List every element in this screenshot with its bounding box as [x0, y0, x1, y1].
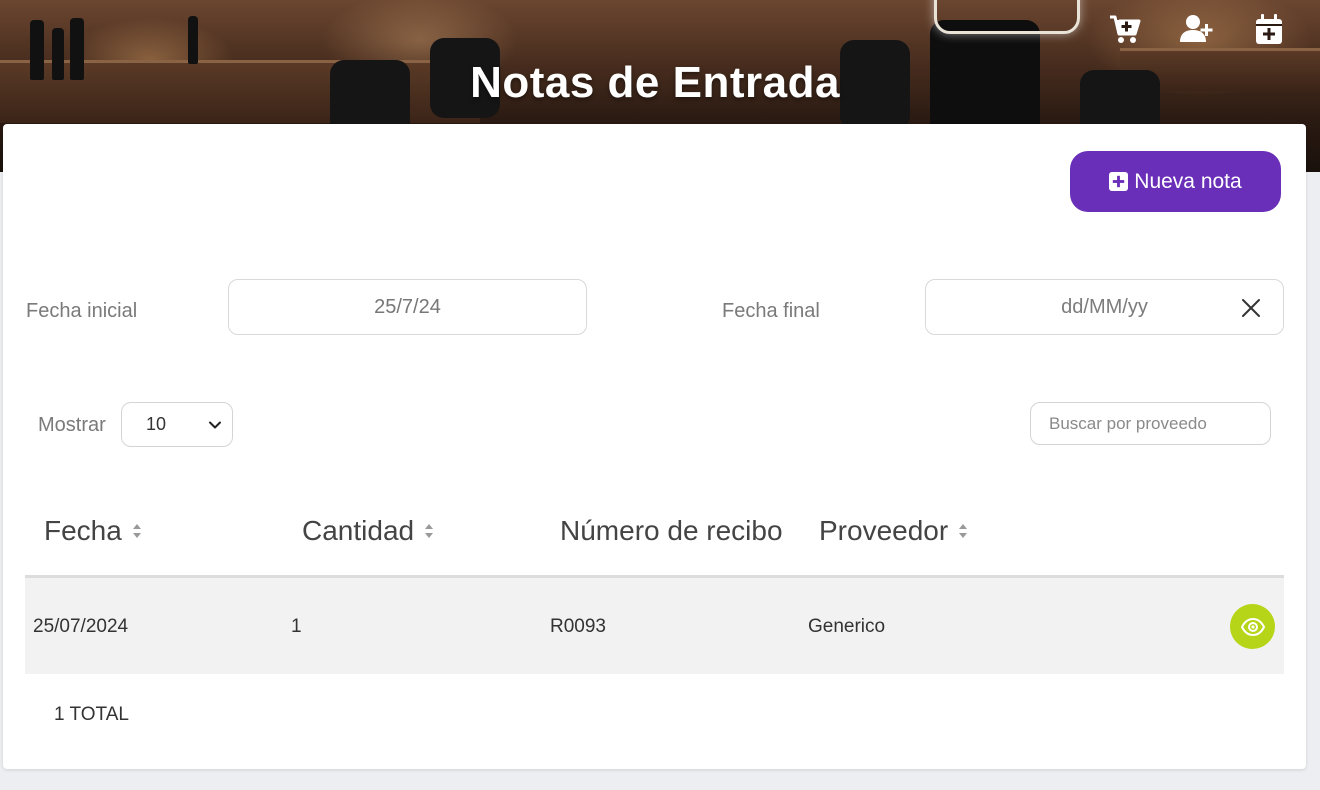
table-row: 25/07/2024 1 R0093 Generico [25, 578, 1284, 674]
sort-icon [132, 524, 141, 538]
column-header-label: Fecha [44, 515, 122, 546]
cell-cantidad: 1 [291, 616, 302, 637]
banner-mirror [934, 0, 1080, 34]
page-size-select[interactable]: 10 [121, 402, 233, 447]
header-actions [1108, 12, 1286, 46]
entry-notes-table: Fecha Cantidad Número de recibo Proveedo… [25, 497, 1284, 674]
table-header: Fecha Cantidad Número de recibo Proveedo… [25, 497, 1284, 578]
page-title: Notas de Entrada [470, 58, 840, 107]
column-header-proveedor[interactable]: Proveedor [819, 515, 968, 547]
cell-proveedor: Generico [808, 616, 886, 637]
cart-plus-icon[interactable] [1108, 12, 1142, 46]
column-header-label: Número de recibo [560, 515, 783, 546]
eye-icon [1240, 617, 1265, 636]
cell-recibo: R0093 [550, 616, 606, 637]
sort-icon [425, 524, 434, 538]
cell-fecha: 25/07/2024 [33, 616, 129, 637]
supplier-search-input[interactable] [1030, 402, 1271, 445]
new-note-label: Nueva nota [1134, 169, 1242, 193]
end-date-input[interactable]: dd/MM/yy [925, 279, 1284, 335]
total-count: 1 TOTAL [54, 704, 129, 725]
end-date-placeholder: dd/MM/yy [1061, 295, 1148, 318]
start-date-label: Fecha inicial [26, 300, 138, 322]
column-header-recibo[interactable]: Número de recibo [560, 515, 802, 547]
start-date-input[interactable]: 25/7/24 [228, 279, 587, 335]
banner-bottle [188, 16, 198, 64]
end-date-label: Fecha final [722, 300, 820, 322]
calendar-plus-icon[interactable] [1252, 12, 1286, 46]
content-card: Nueva nota Fecha inicial 25/7/24 Fecha f… [3, 124, 1306, 769]
new-note-button[interactable]: Nueva nota [1070, 151, 1281, 212]
plus-square-icon [1109, 172, 1129, 191]
start-date-value: 25/7/24 [374, 295, 441, 318]
column-header-cantidad[interactable]: Cantidad [302, 515, 434, 547]
column-header-fecha[interactable]: Fecha [44, 515, 142, 547]
view-note-button[interactable] [1230, 604, 1275, 649]
show-label: Mostrar [38, 414, 106, 436]
chevron-down-icon [209, 421, 221, 429]
sort-icon [959, 524, 968, 538]
user-plus-icon[interactable] [1180, 12, 1214, 46]
column-header-label: Cantidad [302, 515, 415, 546]
close-icon[interactable] [1241, 298, 1261, 318]
column-header-label: Proveedor [819, 515, 949, 546]
page-size-value: 10 [146, 414, 167, 434]
